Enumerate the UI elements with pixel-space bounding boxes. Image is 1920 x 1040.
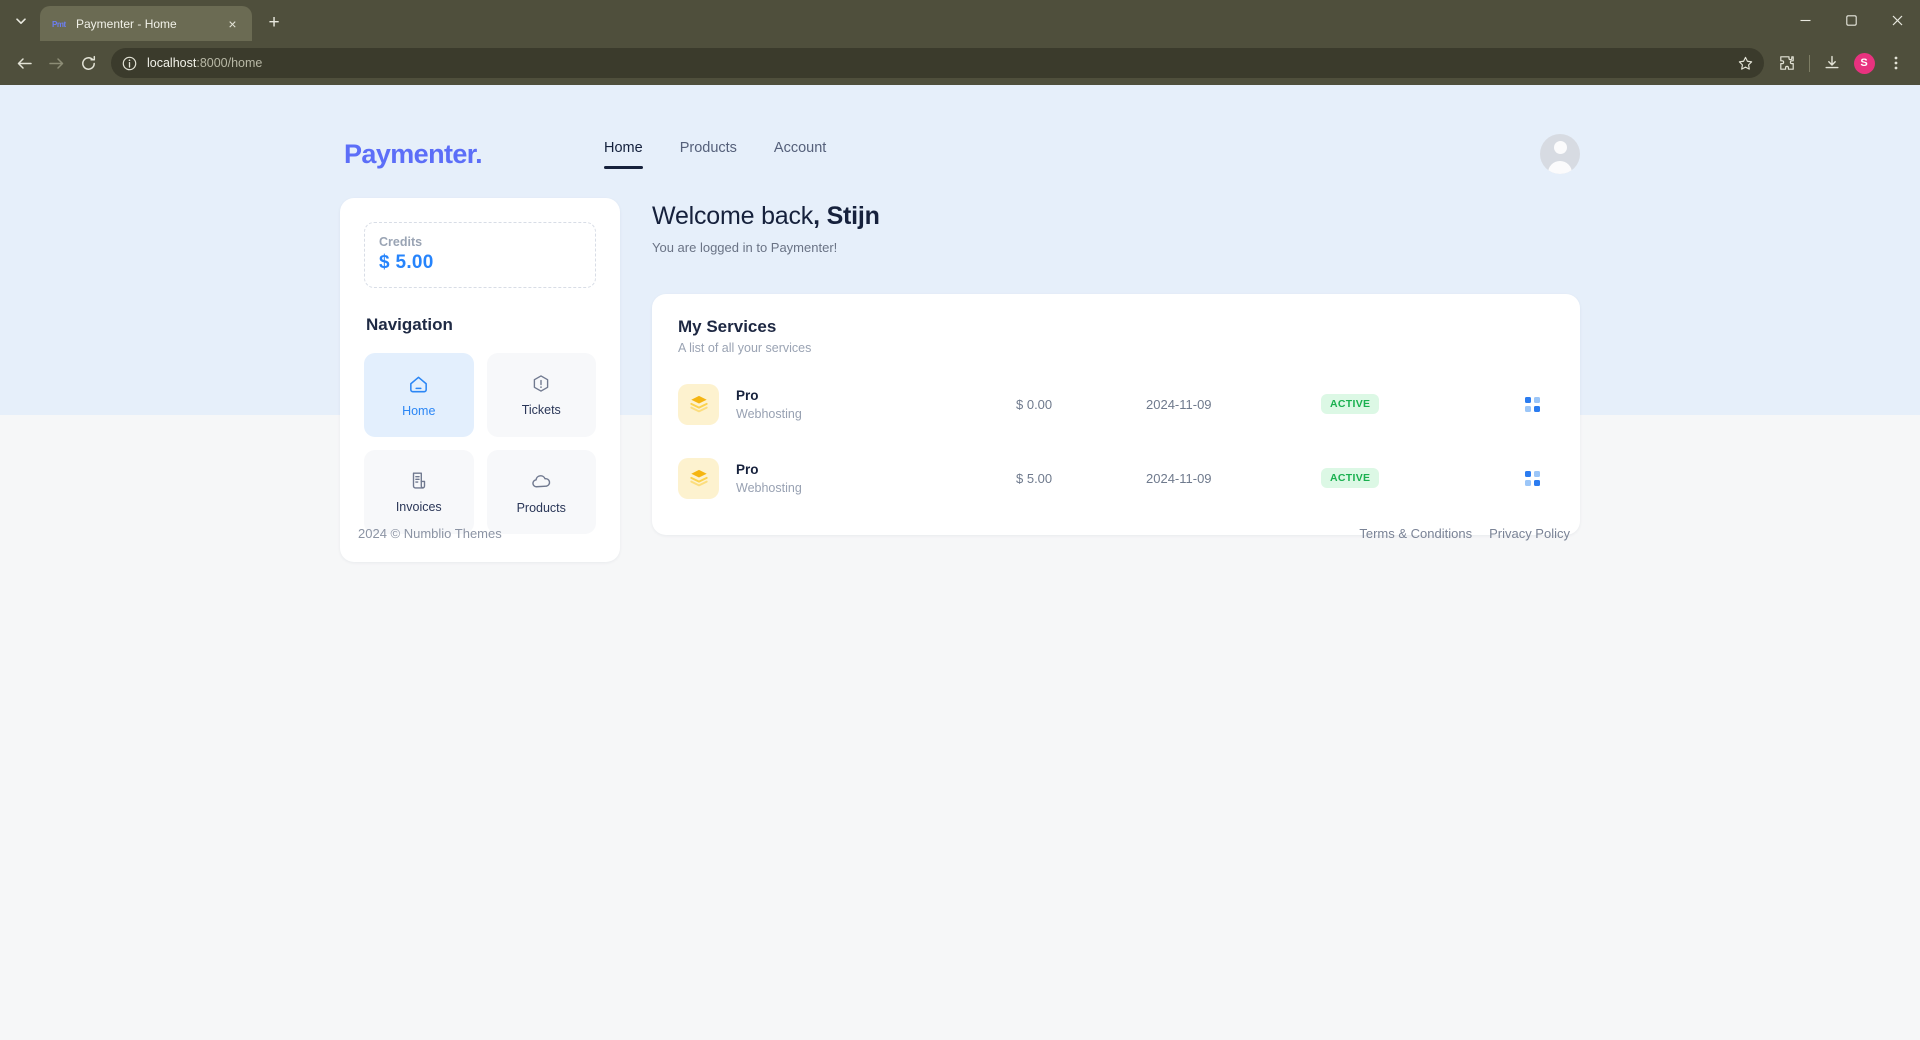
layers-stack-icon bbox=[678, 383, 719, 425]
site-header: Paymenter. Home Products Account bbox=[340, 85, 1580, 195]
svg-text:Pmt: Pmt bbox=[52, 20, 66, 29]
service-name-block: Pro Webhosting bbox=[736, 388, 1016, 421]
table-row[interactable]: Pro Webhosting $ 0.00 2024-11-09 ACTIVE bbox=[678, 369, 1554, 439]
reload-icon[interactable] bbox=[73, 48, 103, 78]
service-date: 2024-11-09 bbox=[1146, 470, 1212, 486]
service-action[interactable] bbox=[1525, 470, 1554, 486]
user-avatar[interactable] bbox=[1540, 134, 1580, 174]
welcome-prefix: Welcome back bbox=[652, 202, 814, 230]
credits-card: Credits $ 5.00 bbox=[364, 222, 596, 288]
avatar-glyph-icon bbox=[1540, 134, 1580, 174]
sidebar-item-tickets-label: Tickets bbox=[521, 403, 561, 417]
cloud-icon bbox=[530, 470, 553, 493]
service-date: 2024-11-09 bbox=[1146, 396, 1212, 412]
footer-links: Terms & Conditions Privacy Policy bbox=[1359, 526, 1580, 541]
site-info-icon[interactable] bbox=[119, 53, 139, 73]
service-action[interactable] bbox=[1525, 396, 1554, 412]
sidebar-navigation-heading: Navigation bbox=[366, 315, 453, 334]
home-icon bbox=[407, 373, 430, 396]
forward-icon[interactable] bbox=[41, 48, 71, 78]
footer-copyright: 2024 © Numblio Themes bbox=[358, 525, 502, 541]
main-navigation: Home Products Account bbox=[604, 140, 826, 169]
profile-initial: S bbox=[1853, 52, 1875, 74]
welcome-subtitle: You are logged in to Paymenter! bbox=[652, 240, 838, 255]
grid-menu-icon[interactable] bbox=[1525, 470, 1540, 486]
new-tab-button[interactable]: + bbox=[260, 9, 288, 37]
status-badge: ACTIVE bbox=[1321, 394, 1380, 414]
url-host: localhost bbox=[147, 56, 197, 70]
page-title: Welcome back, Stijn bbox=[652, 202, 1580, 231]
sidebar-item-tickets[interactable]: Tickets bbox=[486, 353, 596, 437]
tab-title: Paymenter - Home bbox=[76, 16, 177, 31]
alert-hexagon-icon bbox=[530, 373, 552, 395]
site-logo[interactable]: Paymenter. bbox=[340, 139, 580, 170]
browser-menu-icon[interactable] bbox=[1881, 48, 1911, 78]
window-maximize-button[interactable] bbox=[1828, 0, 1874, 41]
page-footer: 2024 © Numblio Themes Terms & Conditions… bbox=[340, 504, 1580, 562]
credits-label: Credits bbox=[379, 235, 423, 249]
service-price: $ 5.00 bbox=[1016, 470, 1053, 486]
nav-link-account[interactable]: Account bbox=[774, 140, 826, 169]
status-badge: ACTIVE bbox=[1321, 468, 1380, 488]
address-bar-url: localhost:8000/home bbox=[147, 56, 1726, 70]
browser-toolbar: localhost:8000/home S bbox=[0, 41, 1920, 85]
service-category: Webhosting bbox=[736, 406, 802, 421]
nav-link-products[interactable]: Products bbox=[680, 140, 737, 169]
window-close-button[interactable] bbox=[1874, 0, 1920, 41]
welcome-name: , Stijn bbox=[813, 202, 880, 230]
page-content: Paymenter. Home Products Account Credits… bbox=[0, 85, 1920, 1040]
sidebar-item-home-label: Home bbox=[402, 403, 436, 418]
footer-link-privacy[interactable]: Privacy Policy bbox=[1489, 526, 1570, 541]
sidebar-item-home[interactable]: Home bbox=[364, 353, 474, 437]
downloads-icon[interactable] bbox=[1817, 48, 1847, 78]
layers-stack-icon bbox=[678, 457, 719, 499]
table-row[interactable]: Pro Webhosting $ 5.00 2024-11-09 ACTIVE bbox=[678, 443, 1554, 513]
toolbar-divider bbox=[1809, 54, 1810, 72]
service-price: $ 0.00 bbox=[1016, 396, 1053, 412]
address-bar[interactable]: localhost:8000/home bbox=[111, 48, 1764, 78]
service-status: ACTIVE bbox=[1321, 468, 1441, 488]
service-name: Pro bbox=[736, 461, 759, 477]
url-path: :8000/home bbox=[196, 56, 263, 70]
tab-favicon-icon: Pmt bbox=[51, 16, 67, 32]
profile-avatar-button[interactable]: S bbox=[1849, 48, 1879, 78]
grid-menu-icon[interactable] bbox=[1525, 396, 1540, 412]
browser-chrome: Pmt Paymenter - Home × + localhost:8000/… bbox=[0, 0, 1920, 85]
services-subtitle: A list of all your services bbox=[678, 341, 812, 355]
services-title: My Services bbox=[678, 317, 777, 336]
service-status: ACTIVE bbox=[1321, 394, 1441, 414]
tab-close-icon[interactable]: × bbox=[224, 15, 241, 32]
back-icon[interactable] bbox=[9, 48, 39, 78]
invoice-document-icon bbox=[408, 470, 430, 492]
services-list: Pro Webhosting $ 0.00 2024-11-09 ACTIVE bbox=[678, 369, 1554, 513]
tab-strip: Pmt Paymenter - Home × + bbox=[0, 0, 1920, 41]
extensions-icon[interactable] bbox=[1772, 48, 1802, 78]
my-services-card: My Services A list of all your services bbox=[652, 294, 1580, 535]
service-category: Webhosting bbox=[736, 480, 802, 495]
window-minimize-button[interactable] bbox=[1782, 0, 1828, 41]
credits-value: $ 5.00 bbox=[379, 252, 434, 273]
browser-tab[interactable]: Pmt Paymenter - Home × bbox=[40, 6, 252, 41]
service-name: Pro bbox=[736, 387, 759, 403]
nav-link-home[interactable]: Home bbox=[604, 140, 643, 169]
tab-search-icon[interactable] bbox=[6, 6, 36, 36]
window-controls bbox=[1782, 0, 1920, 41]
main-column: Welcome back, Stijn You are logged in to… bbox=[652, 198, 1580, 535]
service-name-block: Pro Webhosting bbox=[736, 462, 1016, 495]
bookmark-star-icon[interactable] bbox=[1734, 52, 1756, 74]
footer-link-terms[interactable]: Terms & Conditions bbox=[1359, 526, 1472, 541]
